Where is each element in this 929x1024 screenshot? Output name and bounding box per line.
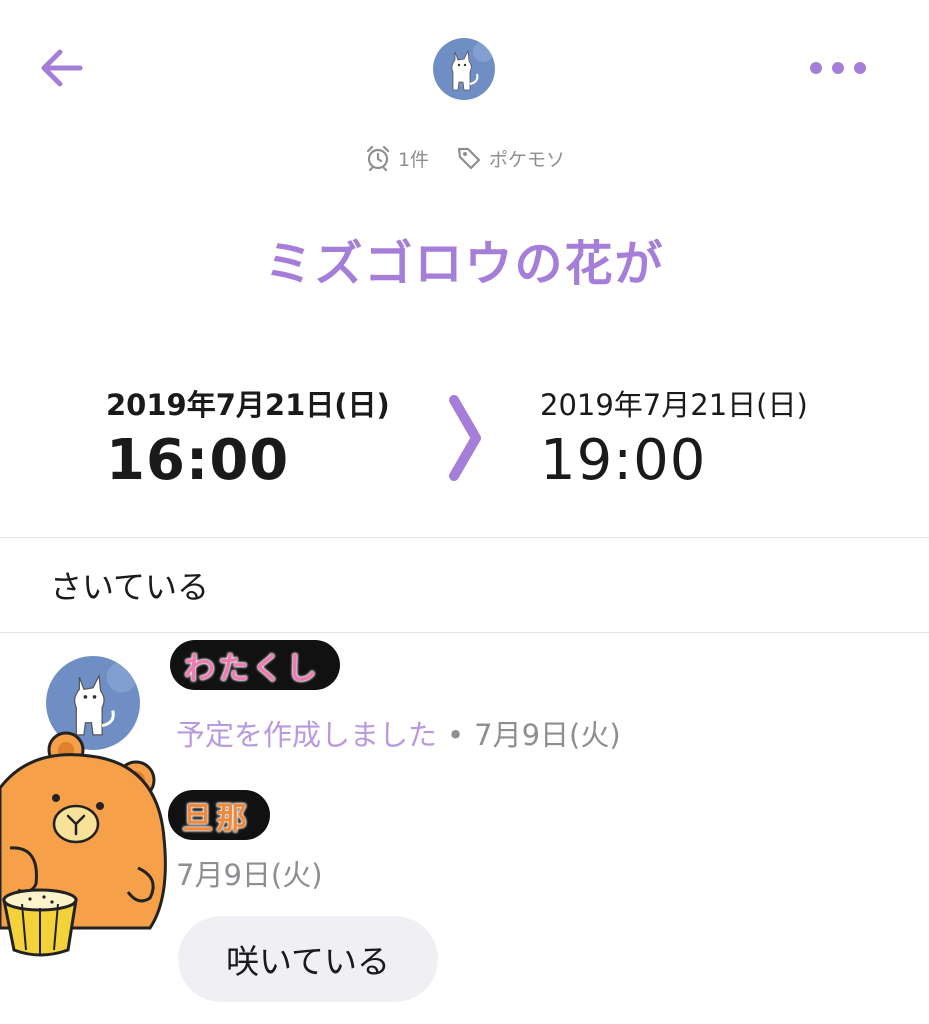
- event-memo: さいている: [50, 568, 210, 606]
- activity-action: 予定を作成しました: [176, 718, 438, 752]
- tag-indicator[interactable]: ポケモソ: [455, 144, 565, 172]
- tag-icon: [457, 147, 481, 170]
- creator-name: わたくし: [184, 650, 320, 687]
- bear-sticker: [0, 731, 167, 957]
- comment-author-name: 旦那: [182, 800, 250, 837]
- comment-author-badge: 旦那: [168, 790, 270, 840]
- alarm-clock-icon: [366, 145, 390, 172]
- back-button[interactable]: [34, 44, 90, 92]
- arrow-left-icon: [41, 49, 83, 87]
- more-options-button[interactable]: [800, 50, 876, 86]
- activity-separator: •: [447, 718, 465, 752]
- tag-label: ポケモソ: [489, 148, 566, 171]
- creator-name-badge: わたくし: [170, 640, 340, 690]
- activity-date: 7月9日(火): [474, 718, 621, 752]
- divider: [0, 537, 929, 538]
- divider: [0, 632, 929, 633]
- chevron-right-icon: [449, 395, 481, 481]
- more-dots-icon: [810, 62, 866, 74]
- cat-icon: [433, 38, 495, 100]
- start-datetime[interactable]: 2019年7月21日(日) 16:00: [106, 382, 390, 493]
- start-time: 16:00: [106, 428, 290, 493]
- end-time: 19:00: [540, 428, 707, 493]
- calendar-avatar[interactable]: [433, 38, 495, 100]
- comment-date: 7月9日(火): [176, 858, 323, 892]
- end-date: 2019年7月21日(日): [540, 388, 808, 422]
- end-datetime[interactable]: 2019年7月21日(日) 19:00: [540, 382, 808, 493]
- reminder-indicator[interactable]: 1件: [364, 144, 429, 172]
- reminder-count: 1件: [397, 148, 430, 171]
- event-title: ミズゴロウの花が: [264, 236, 665, 292]
- comment-text: 咲いている: [225, 942, 390, 981]
- start-date: 2019年7月21日(日): [106, 388, 390, 422]
- activity-entry: 予定を作成しました • 7月9日(火): [176, 712, 621, 754]
- comment-bubble[interactable]: 咲いている: [178, 916, 438, 1002]
- event-meta: 1件 ポケモソ: [0, 140, 929, 176]
